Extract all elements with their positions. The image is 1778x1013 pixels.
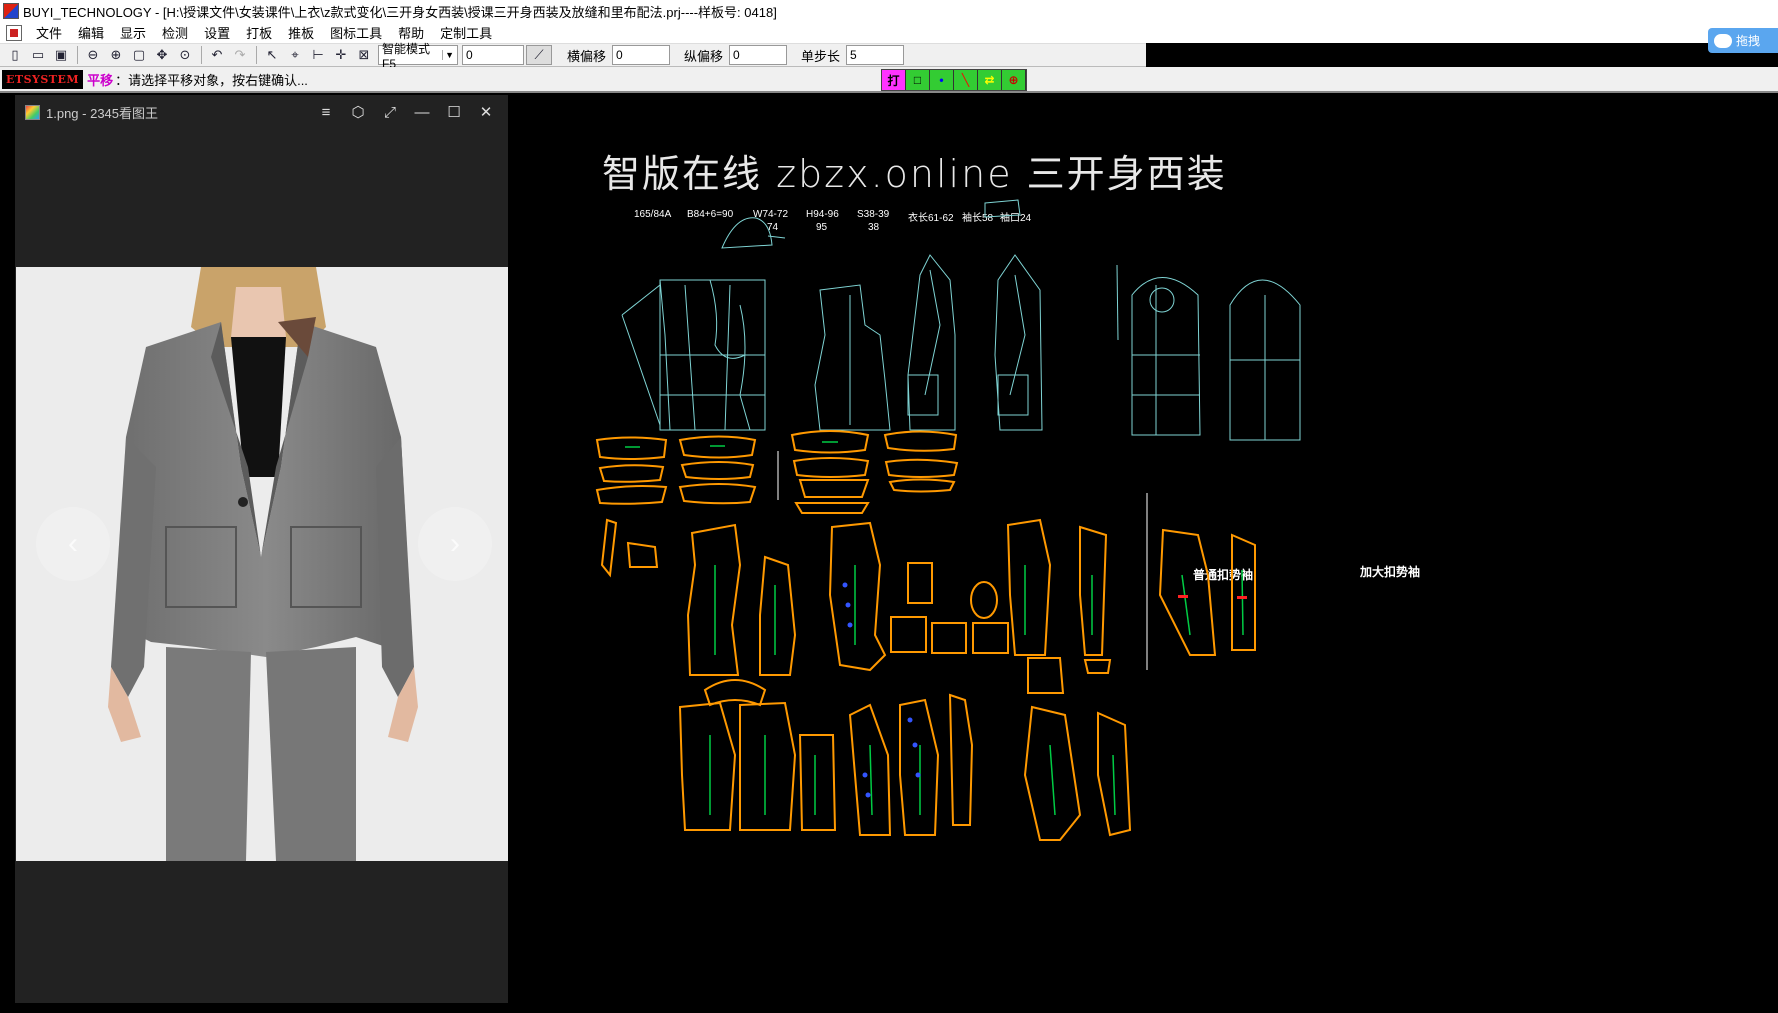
mode-select[interactable]: 智能模式F5 ▼ <box>378 42 458 71</box>
suit-photo: ‹ › <box>16 267 508 861</box>
menu-icon[interactable]: ≡ <box>310 101 342 123</box>
menu-file[interactable]: 文件 <box>28 23 70 42</box>
app-window: BUYI_TECHNOLOGY - [H:\授课文件\女装课件\上衣\z款式变化… <box>0 0 1778 1013</box>
select-delete-icon[interactable]: ↖ <box>261 45 283 65</box>
notch-group <box>1178 595 1247 599</box>
app-logo-icon <box>3 3 19 19</box>
title-bar: BUYI_TECHNOLOGY - [H:\授课文件\女装课件\上衣\z款式变化… <box>0 0 1778 22</box>
undo-icon[interactable]: ↶ <box>206 45 228 65</box>
main-toolbar: ▯ ▭ ▣ ⊖ ⊕ ▢ ✥ ⊙ ↶ ↷ ↖ ⌖ ⊢ ✛ ⊠ 智能模式F5 ▼ 0… <box>0 42 1146 71</box>
grain-lines-group <box>625 441 1244 816</box>
color-tool-4[interactable]: ⇄ <box>978 70 1002 90</box>
color-tool-2[interactable]: • <box>930 70 954 90</box>
cloud-label: 拖拽 <box>1736 34 1761 48</box>
save-icon[interactable]: ▣ <box>50 45 72 65</box>
toolbar-divider <box>201 46 202 64</box>
next-image-button[interactable]: › <box>418 507 492 581</box>
color-tool-group: 打 □ • ╲ ⇄ ⊕ <box>881 69 1027 91</box>
step-label: 单步长 <box>801 48 841 64</box>
zoom-fit-icon[interactable]: ⊙ <box>174 45 196 65</box>
cloud-drag-widget[interactable]: 拖拽 <box>1708 28 1778 53</box>
viewer-app-icon <box>25 104 40 120</box>
viewer-window-controls: ≡ ⬡ ⤢ — ☐ ✕ <box>310 101 502 123</box>
pattern-draft-group <box>621 199 1301 441</box>
pattern-pieces-group <box>595 430 1256 841</box>
prev-image-button[interactable]: ‹ <box>36 507 110 581</box>
redo-icon[interactable]: ↷ <box>229 45 251 65</box>
delete-point-icon[interactable]: ⊠ <box>353 45 375 65</box>
etsystem-logo: ETSYSTEM <box>2 69 84 89</box>
status-command: 平移 <box>87 72 114 88</box>
cloud-icon <box>1714 33 1732 48</box>
pick-tool-icon[interactable]: ⟋ <box>526 45 552 65</box>
menu-bar: 文件 编辑 显示 检测 设置 打板 推板 图标工具 帮助 定制工具 <box>0 22 1778 43</box>
menu-pattern[interactable]: 打板 <box>238 23 280 42</box>
menu-view[interactable]: 显示 <box>112 23 154 42</box>
drawing-canvas[interactable]: 智版在线 zbzx.online 三开身西装 165/84A B84+6=90 … <box>510 95 1778 1013</box>
window-title: BUYI_TECHNOLOGY - [H:\授课文件\女装课件\上衣\z款式变化… <box>23 4 777 20</box>
pan-icon[interactable]: ✥ <box>151 45 173 65</box>
viewer-title-bar[interactable]: 1.png - 2345看图王 ≡ ⬡ ⤢ — ☐ ✕ <box>15 95 508 129</box>
v-offset-label: 纵偏移 <box>684 48 724 64</box>
h-offset-input[interactable]: 0 <box>612 45 671 65</box>
open-icon[interactable]: ▭ <box>27 45 49 65</box>
measure-icon[interactable]: ⊢ <box>307 45 329 65</box>
zoom-out-icon[interactable]: ⊖ <box>82 45 104 65</box>
close-icon[interactable]: ✕ <box>470 101 502 123</box>
v-offset-input[interactable]: 0 <box>729 45 788 65</box>
value-input[interactable]: 0 <box>462 45 524 65</box>
point-tool-icon[interactable]: ⌖ <box>284 45 306 65</box>
color-tool-1[interactable]: □ <box>906 70 930 90</box>
new-icon[interactable]: ▯ <box>4 45 26 65</box>
viewer-title: 1.png - 2345看图王 <box>46 105 159 121</box>
divider-lines-group <box>777 451 1148 670</box>
color-tool-5[interactable]: ⊕ <box>1002 70 1026 90</box>
status-bar: ETSYSTEM 平移 ：请选择平移对象，按右键确认... 打 □ • ╲ ⇄ ⊕ <box>0 67 1778 93</box>
color-tool-0[interactable]: 打 <box>882 70 906 90</box>
minimize-icon[interactable]: — <box>406 101 438 123</box>
toolbar-divider <box>256 46 257 64</box>
skin-icon[interactable]: ⬡ <box>342 101 374 123</box>
step-input[interactable]: 5 <box>846 45 905 65</box>
document-icon[interactable] <box>6 24 22 41</box>
fullscreen-icon[interactable]: ⤢ <box>374 101 406 123</box>
menu-check[interactable]: 检测 <box>154 23 196 42</box>
h-offset-label: 横偏移 <box>567 48 607 64</box>
image-viewer-window[interactable]: 1.png - 2345看图王 ≡ ⬡ ⤢ — ☐ ✕ ‹ › <box>15 95 508 1003</box>
mode-select-value: 智能模式F5 <box>382 41 431 71</box>
color-tool-3[interactable]: ╲ <box>954 70 978 90</box>
toolbar-divider <box>77 46 78 64</box>
maximize-icon[interactable]: ☐ <box>438 101 470 123</box>
pattern-drawing <box>595 199 1301 841</box>
add-point-icon[interactable]: ✛ <box>330 45 352 65</box>
window-zoom-icon[interactable]: ▢ <box>128 45 150 65</box>
status-message: ：请选择平移对象，按右键确认... <box>115 72 308 88</box>
menu-edit[interactable]: 编辑 <box>70 23 112 42</box>
menu-custom-tools[interactable]: 定制工具 <box>432 23 500 42</box>
zoom-in-icon[interactable]: ⊕ <box>105 45 127 65</box>
menu-grading[interactable]: 推板 <box>280 23 322 42</box>
menu-settings[interactable]: 设置 <box>196 23 238 42</box>
chevron-down-icon: ▼ <box>442 50 454 60</box>
menu-icon-tools[interactable]: 图标工具 <box>322 23 390 42</box>
